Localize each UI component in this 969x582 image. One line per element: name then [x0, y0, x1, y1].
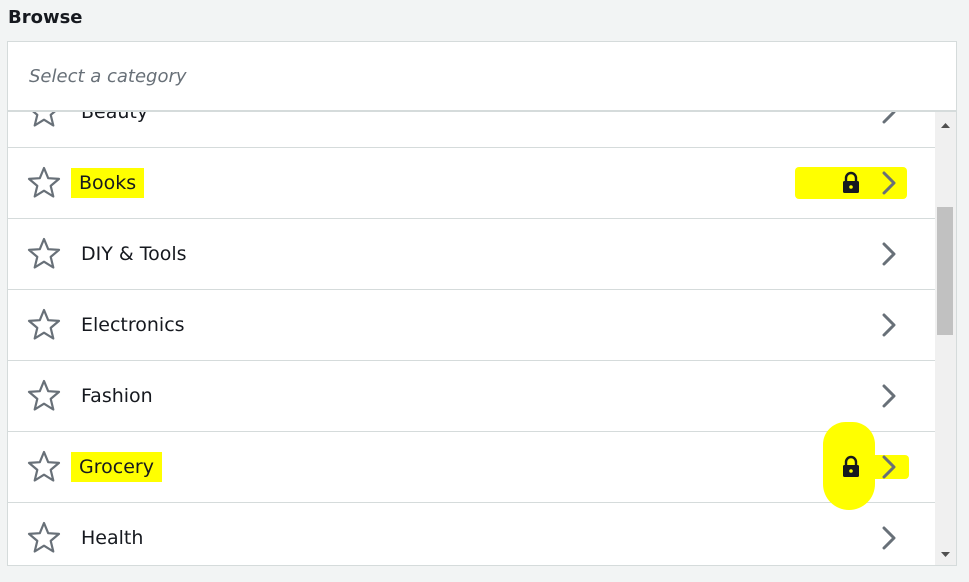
- lock-icon: [843, 171, 859, 193]
- category-label: Electronics: [81, 314, 185, 336]
- star-outline-icon[interactable]: [26, 165, 62, 201]
- category-row-fashion[interactable]: Fashion: [8, 361, 935, 432]
- category-label: Grocery: [71, 452, 162, 482]
- chevron-right-icon[interactable]: [878, 241, 900, 267]
- star-outline-icon[interactable]: [26, 236, 62, 272]
- category-search-input[interactable]: [8, 42, 956, 110]
- scroll-up-arrow-icon[interactable]: [935, 117, 956, 134]
- chevron-right-icon[interactable]: [878, 525, 900, 551]
- chevron-right-icon[interactable]: [878, 170, 900, 196]
- category-row-diy-tools[interactable]: DIY & Tools: [8, 219, 935, 290]
- category-row-grocery[interactable]: Grocery: [8, 422, 935, 510]
- category-row-beauty[interactable]: Beauty: [8, 112, 935, 148]
- category-label: Beauty: [81, 112, 149, 123]
- chevron-right-icon[interactable]: [878, 383, 900, 409]
- category-browser: Beauty Books: [7, 41, 957, 566]
- category-row-electronics[interactable]: Electronics: [8, 290, 935, 361]
- chevron-right-icon[interactable]: [878, 312, 900, 338]
- category-row-books[interactable]: Books: [8, 148, 935, 219]
- scroll-down-arrow-icon[interactable]: [935, 546, 956, 563]
- scrollbar[interactable]: [935, 112, 956, 565]
- star-outline-icon[interactable]: [26, 112, 62, 130]
- category-label: Health: [81, 527, 144, 549]
- page-title: Browse: [8, 7, 83, 28]
- category-label: DIY & Tools: [81, 243, 187, 265]
- star-outline-icon[interactable]: [26, 520, 62, 556]
- chevron-right-icon[interactable]: [878, 112, 900, 125]
- lock-icon: [843, 455, 859, 477]
- category-row-health[interactable]: Health: [8, 503, 935, 565]
- category-list: Beauty Books DIY & Tools Electronics Fas…: [8, 112, 935, 565]
- category-search: [8, 42, 956, 112]
- scrollbar-thumb[interactable]: [937, 207, 953, 335]
- star-outline-icon[interactable]: [26, 307, 62, 343]
- category-label: Fashion: [81, 385, 153, 407]
- category-label: Books: [71, 168, 145, 198]
- chevron-right-icon[interactable]: [878, 454, 900, 480]
- star-outline-icon[interactable]: [26, 378, 62, 414]
- star-outline-icon[interactable]: [26, 449, 62, 485]
